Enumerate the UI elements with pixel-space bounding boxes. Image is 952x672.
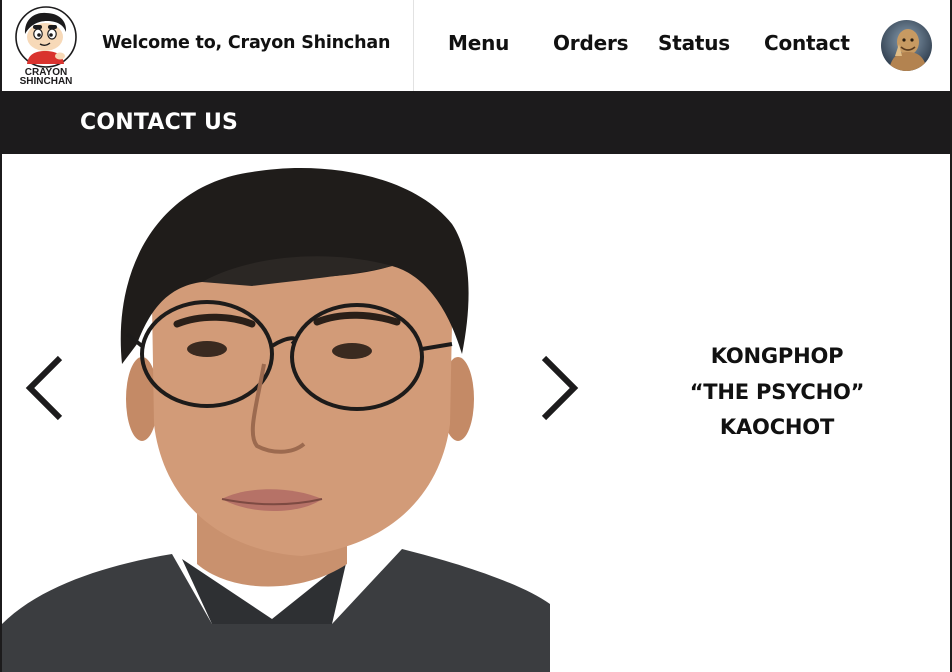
- team-member-photo: [2, 154, 550, 672]
- page: CRAYON SHINCHAN Welcome to, Crayon Shinc…: [0, 0, 952, 672]
- name-line-last: KAOCHOT: [719, 415, 835, 439]
- site-header: CRAYON SHINCHAN Welcome to, Crayon Shinc…: [2, 0, 950, 91]
- section-band: CONTACT US: [2, 91, 950, 154]
- team-member-name: KONGPHOP “THE PSYCHO” KAOCHOT: [662, 339, 892, 446]
- logo-text-line-2: SHINCHAN: [20, 76, 73, 86]
- name-line-first: KONGPHOP: [710, 344, 844, 368]
- carousel-next-button[interactable]: [536, 352, 584, 424]
- chevron-right-icon: [541, 355, 579, 421]
- name-line-nickname: “THE PSYCHO”: [689, 379, 865, 404]
- nav-contact-link[interactable]: Contact: [764, 31, 850, 55]
- user-avatar[interactable]: [881, 20, 932, 71]
- crayon-shinchan-logo[interactable]: CRAYON SHINCHAN: [14, 6, 78, 87]
- nav-status-link[interactable]: Status: [658, 31, 730, 55]
- section-title: CONTACT US: [80, 110, 239, 135]
- nav-orders-link[interactable]: Orders: [553, 31, 629, 55]
- welcome-text: Welcome to, Crayon Shinchan: [102, 33, 391, 53]
- chevron-left-icon: [25, 355, 63, 421]
- header-divider: [413, 0, 414, 91]
- carousel-prev-button[interactable]: [22, 352, 70, 424]
- nav-menu-link[interactable]: Menu: [448, 31, 509, 55]
